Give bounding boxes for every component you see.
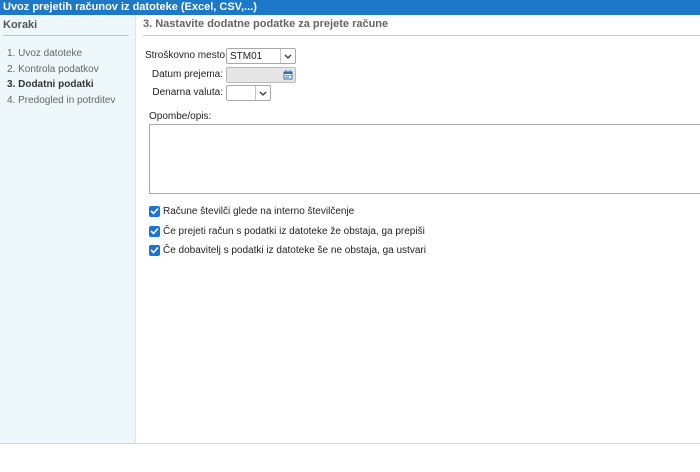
receipt-date-label: Datum prejema: bbox=[151, 69, 223, 80]
step-item-3[interactable]: 3. Dodatni podatki bbox=[7, 77, 115, 93]
steps-sidebar: Koraki 1. Uvoz datoteke 2. Kontrola poda… bbox=[0, 15, 136, 443]
currency-select[interactable] bbox=[226, 85, 271, 101]
option-label: Če dobavitelj s podatki iz datoteke še n… bbox=[163, 244, 426, 256]
calendar-icon[interactable] bbox=[283, 70, 293, 80]
receipt-date-input[interactable] bbox=[226, 67, 296, 83]
option-internal-numbering[interactable]: Račune številči glede na interno številč… bbox=[149, 204, 354, 218]
notes-label: Opombe/opis: bbox=[149, 111, 212, 122]
option-create-supplier[interactable]: Če dobavitelj s podatki iz datoteke še n… bbox=[149, 243, 426, 257]
checkbox-checked[interactable] bbox=[149, 205, 160, 217]
cost-center-value: STM01 bbox=[230, 51, 263, 62]
window-title: Uvoz prejetih računov iz datoteke (Excel… bbox=[0, 0, 700, 15]
checkbox-checked[interactable] bbox=[149, 244, 160, 256]
option-label: Račune številči glede na interno številč… bbox=[163, 205, 355, 217]
page-title: 3. Nastavite dodatne podatke za prejete … bbox=[143, 18, 700, 36]
cost-center-select[interactable]: STM01 bbox=[226, 48, 296, 64]
notes-textarea[interactable] bbox=[149, 124, 700, 194]
steps-list: 1. Uvoz datoteke 2. Kontrola podatkov 3.… bbox=[7, 46, 115, 108]
step-item-1[interactable]: 1. Uvoz datoteke bbox=[7, 46, 115, 62]
sidebar-header: Koraki bbox=[3, 19, 129, 36]
step-item-4[interactable]: 4. Predogled in potrditev bbox=[7, 93, 115, 109]
chevron-down-icon[interactable] bbox=[280, 49, 295, 63]
currency-label: Denarna valuta: bbox=[152, 87, 223, 98]
option-overwrite-invoice[interactable]: Če prejeti račun s podatki iz datoteke ž… bbox=[149, 224, 425, 238]
step-item-2[interactable]: 2. Kontrola podatkov bbox=[7, 62, 115, 78]
option-label: Če prejeti račun s podatki iz datoteke ž… bbox=[163, 225, 425, 237]
footer-divider bbox=[0, 443, 700, 444]
checkbox-checked[interactable] bbox=[149, 225, 160, 237]
cost-center-label: Stroškovno mesto: bbox=[145, 50, 228, 61]
chevron-down-icon[interactable] bbox=[255, 86, 270, 100]
